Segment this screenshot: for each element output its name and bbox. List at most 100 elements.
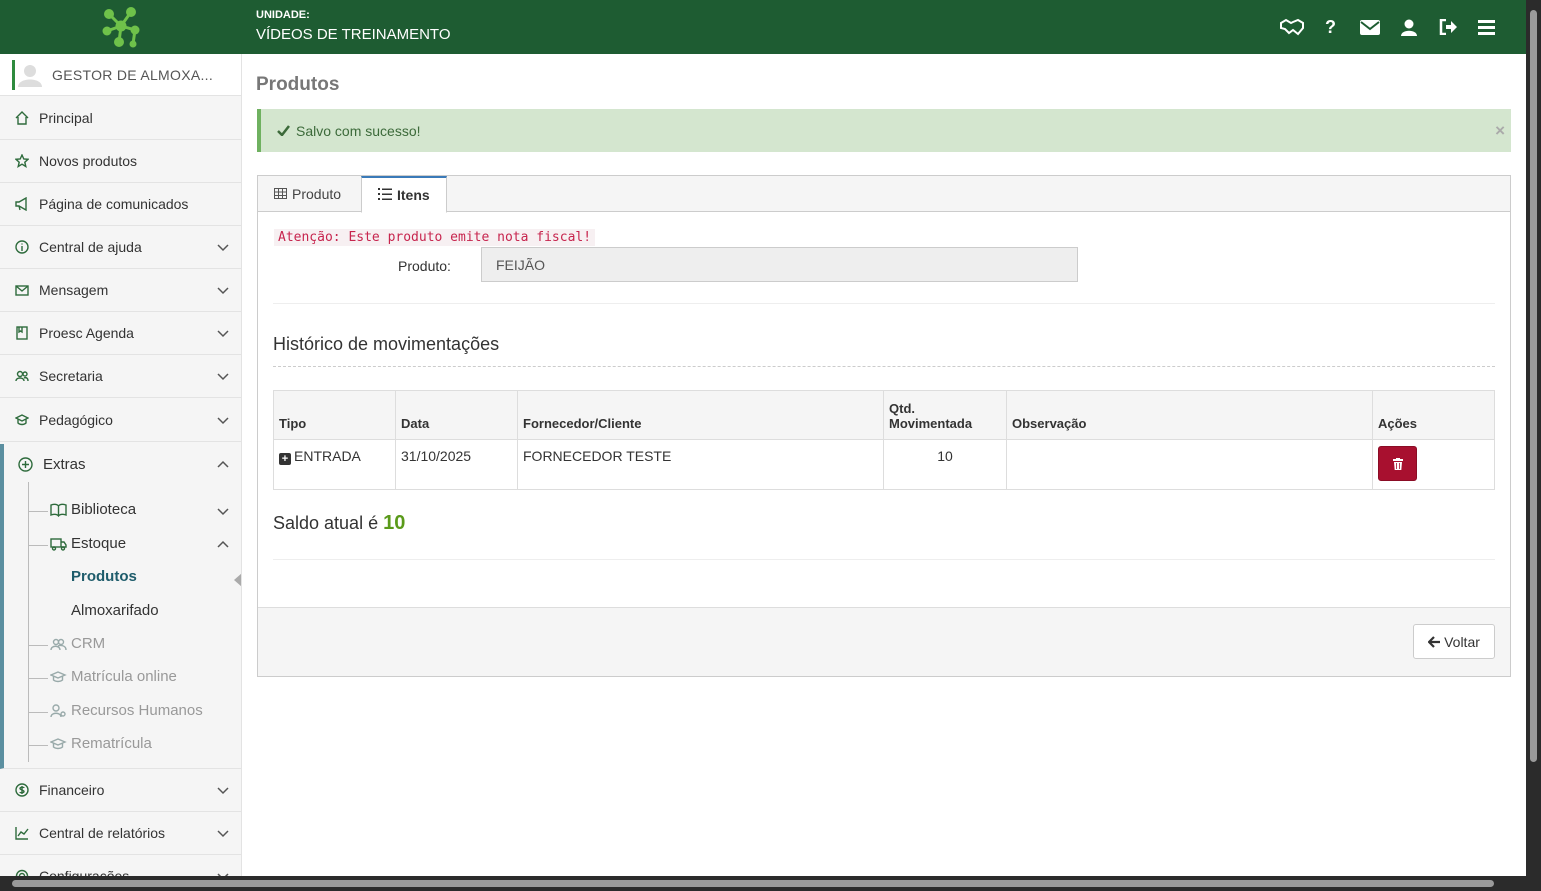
tree-branch bbox=[28, 745, 48, 746]
sidebar: GESTOR DE ALMOXA... Principal Novos prod… bbox=[0, 54, 242, 876]
megaphone-icon bbox=[14, 196, 30, 212]
sidebar-item-label: Rematrícula bbox=[71, 735, 152, 752]
sidebar-item-agenda[interactable]: Proesc Agenda bbox=[0, 312, 241, 355]
sidebar-item-estoque[interactable]: Estoque bbox=[50, 535, 126, 552]
sidebar-item-label: Matrícula online bbox=[71, 668, 177, 685]
sidebar-item-label: Estoque bbox=[71, 535, 127, 552]
col-data: Data bbox=[395, 390, 518, 440]
sidebar-item-almoxarifado[interactable]: Almoxarifado bbox=[71, 602, 159, 619]
chevron-down-icon bbox=[217, 783, 229, 795]
sidebar-item-label: Secretaria bbox=[39, 368, 103, 384]
sidebar-item-label: Principal bbox=[39, 110, 93, 126]
check-icon bbox=[277, 123, 290, 139]
arrow-left-icon bbox=[1428, 635, 1441, 648]
sidebar-item-configuracoes[interactable]: Configurações bbox=[0, 855, 241, 876]
sidebar-item-label: Central de relatórios bbox=[39, 825, 166, 841]
help-icon[interactable]: ? bbox=[1311, 0, 1350, 54]
star-icon bbox=[14, 153, 30, 169]
sidebar-item-label: Página de comunicados bbox=[39, 196, 189, 212]
col-observacao: Observação bbox=[1006, 390, 1373, 440]
divider bbox=[273, 303, 1495, 304]
table-row: + ENTRADA 31/10/2025 FORNECEDOR TESTE 10 bbox=[273, 439, 1495, 490]
envelope-icon[interactable] bbox=[1350, 0, 1389, 54]
sidebar-item-produtos[interactable]: Produtos bbox=[71, 568, 137, 585]
graduation-cap-icon bbox=[50, 736, 68, 752]
users-icon bbox=[14, 368, 30, 384]
voltar-label: Voltar bbox=[1444, 633, 1480, 650]
scroll-thumb[interactable] bbox=[12, 880, 1494, 887]
graduation-cap-icon bbox=[50, 669, 68, 685]
chevron-down-icon[interactable] bbox=[217, 504, 229, 516]
scroll-thumb[interactable] bbox=[1530, 10, 1537, 762]
chevron-up-icon[interactable] bbox=[217, 538, 229, 550]
avatar-icon bbox=[18, 65, 42, 87]
user-icon[interactable] bbox=[1389, 0, 1428, 54]
sidebar-item-label: CRM bbox=[71, 635, 106, 652]
tree-branch bbox=[28, 712, 48, 713]
sidebar-item-matricula-online[interactable]: Matrícula online bbox=[50, 668, 177, 685]
logout-icon[interactable] bbox=[1428, 0, 1467, 54]
tab-produto[interactable]: Produto bbox=[258, 176, 357, 212]
produto-field: FEIJÃO bbox=[481, 247, 1078, 282]
app-logo[interactable] bbox=[0, 0, 242, 54]
sidebar-item-financeiro[interactable]: Financeiro bbox=[0, 769, 241, 812]
cell-tipo: + ENTRADA bbox=[273, 439, 396, 490]
col-tipo: Tipo bbox=[273, 390, 396, 440]
unit-name[interactable]: VÍDEOS DE TREINAMENTO bbox=[256, 26, 450, 43]
sidebar-item-label: Proesc Agenda bbox=[39, 325, 134, 341]
sidebar-item-novos-produtos[interactable]: Novos produtos bbox=[0, 140, 241, 183]
sidebar-item-central-ajuda[interactable]: Central de ajuda bbox=[0, 226, 241, 269]
tab-bar: Produto Itens bbox=[258, 176, 1510, 213]
chevron-up-icon[interactable] bbox=[217, 458, 229, 470]
product-panel: Produto Itens Atenção: Este produto emit… bbox=[257, 175, 1511, 677]
cell-acoes bbox=[1372, 439, 1495, 490]
saldo-label: Saldo atual é bbox=[273, 513, 379, 533]
sidebar-item-label: Mensagem bbox=[39, 282, 109, 298]
saldo-text: Saldo atual é 10 bbox=[273, 512, 405, 535]
tree-branch bbox=[28, 678, 48, 679]
tab-itens[interactable]: Itens bbox=[361, 176, 447, 213]
main-content: Produtos Salvo com sucesso! × Produto It… bbox=[242, 54, 1526, 876]
chevron-down-icon bbox=[217, 869, 229, 876]
sidebar-item-label: Extras bbox=[43, 456, 86, 473]
chevron-down-icon bbox=[217, 240, 229, 252]
sidebar-item-label: Pedagógico bbox=[39, 412, 113, 428]
sidebar-item-recursos-humanos[interactable]: Recursos Humanos bbox=[50, 702, 203, 719]
user-indicator bbox=[12, 60, 15, 90]
unit-label: UNIDADE: bbox=[256, 9, 310, 21]
sidebar-item-label: Biblioteca bbox=[71, 501, 137, 518]
sidebar-item-mensagem[interactable]: Mensagem bbox=[0, 269, 241, 312]
voltar-button[interactable]: Voltar bbox=[1413, 624, 1495, 659]
page-title: Produtos bbox=[256, 74, 340, 95]
user-profile[interactable]: GESTOR DE ALMOXA... bbox=[0, 54, 241, 96]
sidebar-item-pedagogico[interactable]: Pedagógico bbox=[0, 399, 241, 442]
chart-line-icon bbox=[14, 825, 30, 841]
chevron-down-icon bbox=[217, 283, 229, 295]
gear-icon bbox=[14, 868, 30, 876]
sidebar-item-label: Configurações bbox=[39, 868, 130, 876]
sidebar-item-extras[interactable]: Extras bbox=[18, 456, 86, 473]
horizontal-scrollbar[interactable] bbox=[0, 876, 1541, 891]
vertical-scrollbar[interactable] bbox=[1526, 0, 1541, 876]
sidebar-item-relatorios[interactable]: Central de relatórios bbox=[0, 812, 241, 855]
sidebar-item-label: Financeiro bbox=[39, 782, 105, 798]
sidebar-group-extras: Extras Biblioteca Estoque Produtos Almox… bbox=[0, 444, 241, 769]
success-alert: Salvo com sucesso! × bbox=[257, 109, 1511, 152]
sidebar-item-secretaria[interactable]: Secretaria bbox=[0, 355, 241, 398]
handshake-icon[interactable] bbox=[1272, 0, 1311, 54]
col-fornecedor: Fornecedor/Cliente bbox=[517, 390, 884, 440]
divider bbox=[273, 366, 1495, 367]
close-icon[interactable]: × bbox=[1495, 121, 1505, 141]
sidebar-item-rematricula[interactable]: Rematrícula bbox=[50, 735, 152, 752]
sidebar-item-comunicados[interactable]: Página de comunicados bbox=[0, 183, 241, 226]
sidebar-item-crm[interactable]: CRM bbox=[50, 635, 105, 652]
users-icon bbox=[50, 636, 68, 652]
agenda-icon bbox=[14, 325, 30, 341]
sidebar-collapse-handle[interactable] bbox=[234, 573, 241, 587]
cell-data: 31/10/2025 bbox=[395, 439, 518, 490]
delete-button[interactable] bbox=[1378, 446, 1417, 481]
col-acoes: Ações bbox=[1372, 390, 1495, 440]
sidebar-item-principal[interactable]: Principal bbox=[0, 97, 241, 140]
menu-icon[interactable] bbox=[1467, 0, 1506, 54]
sidebar-item-biblioteca[interactable]: Biblioteca bbox=[50, 501, 136, 518]
